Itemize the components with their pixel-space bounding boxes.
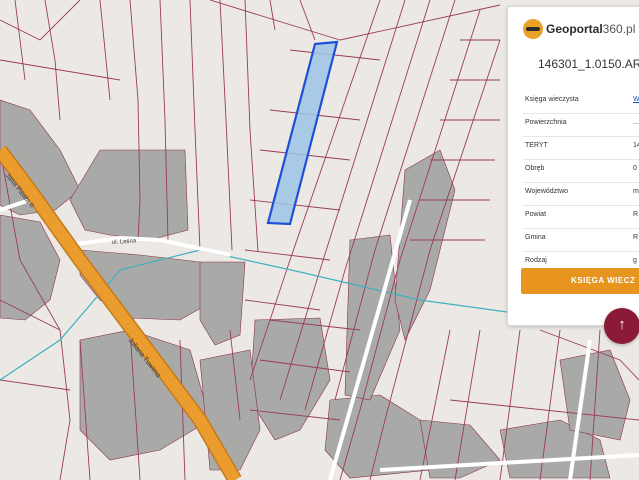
attr-value: ... (633, 119, 639, 126)
attr-label: TERYT (525, 142, 548, 149)
attr-value: 14 (633, 142, 639, 149)
attr-label: Obręb (525, 165, 545, 172)
attr-label: Powiat (525, 211, 547, 218)
brand-name: Geoportal360.pl (546, 22, 635, 36)
attr-row-teryt: TERYT 14 (523, 137, 639, 160)
attr-value: R (633, 234, 639, 241)
attr-row-area: Powierzchnia ... (523, 114, 639, 137)
attr-row-county: Powiat R (523, 206, 639, 229)
brand-version: 360.pl (602, 22, 636, 36)
attr-row-precinct: Obręb 0 (523, 160, 639, 183)
parcel-info-panel: Geoportal360.pl 146301_1.0150.AR Księga … (507, 6, 639, 326)
attr-value: m (633, 188, 639, 195)
attr-label: Rodzaj (525, 257, 547, 264)
geoportal-logo-icon (523, 19, 543, 39)
attr-row-land-register: Księga wieczysta W (523, 91, 639, 114)
attr-value: 0 (633, 165, 637, 172)
brand: Geoportal360.pl (523, 19, 635, 39)
attr-label: Gmina (525, 234, 546, 241)
attr-value: g (633, 257, 637, 264)
attr-label: Powierzchnia (525, 119, 567, 126)
scroll-up-button[interactable]: ↑ (604, 308, 639, 344)
attr-row-voivodeship: Województwo m (523, 183, 639, 206)
attr-value: R (633, 211, 639, 218)
parcel-attributes: Księga wieczysta W Powierzchnia ... TERY… (523, 91, 639, 275)
attr-row-commune: Gmina R (523, 229, 639, 252)
attr-label: Księga wieczysta (525, 96, 579, 103)
parcel-id: 146301_1.0150.AR (538, 57, 639, 71)
land-register-button[interactable]: KSIĘGA WIECZ (521, 268, 639, 294)
arrow-up-icon: ↑ (618, 316, 626, 333)
brand-text: Geoportal (546, 22, 603, 36)
attr-value-link[interactable]: W (633, 96, 639, 103)
attr-label: Województwo (525, 188, 569, 195)
